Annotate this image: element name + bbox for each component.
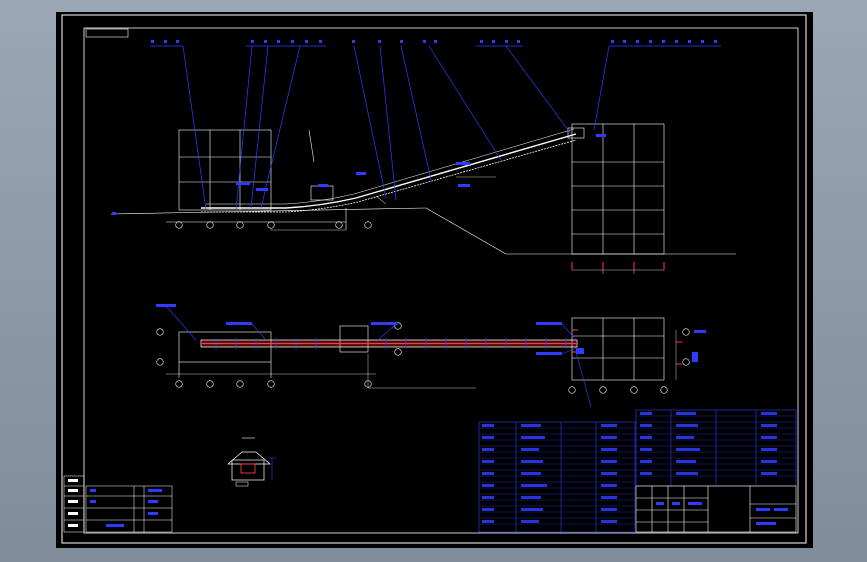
plan-transfer-house bbox=[339, 325, 369, 353]
cad-drawing bbox=[61, 14, 807, 544]
plan-conveyor-belt bbox=[200, 339, 578, 348]
parts-table-rows bbox=[479, 415, 796, 525]
parts-table-grid bbox=[478, 409, 797, 533]
left-building-elevation bbox=[178, 129, 272, 211]
plan-annotations bbox=[156, 304, 706, 362]
right-building-elevation bbox=[571, 123, 665, 255]
elevation-callout-marks bbox=[151, 40, 717, 43]
parts-table bbox=[478, 409, 797, 533]
cad-viewport[interactable] bbox=[56, 12, 813, 548]
plan-left-building bbox=[178, 331, 272, 378]
ground-profile bbox=[110, 207, 736, 255]
main-title-block-marks bbox=[656, 502, 788, 525]
drawing-outer-frame bbox=[61, 14, 807, 544]
elevation-red-ticks bbox=[571, 262, 665, 270]
plan-right-building bbox=[571, 317, 665, 381]
inclined-conveyor-elevation bbox=[201, 127, 585, 213]
parts-table-text-marks bbox=[482, 412, 777, 523]
drawing-number-tag bbox=[85, 28, 129, 38]
plan-view bbox=[156, 304, 706, 408]
elevation-view bbox=[110, 40, 736, 274]
elevation-leader-lines bbox=[150, 45, 721, 211]
main-title-block bbox=[635, 485, 797, 533]
left-signature-block bbox=[63, 475, 173, 533]
plan-dimensions bbox=[166, 330, 677, 389]
section-view bbox=[227, 437, 276, 487]
plan-leader-lines bbox=[165, 305, 592, 408]
elevation-dimension bbox=[270, 229, 664, 274]
elevation-axis-markers bbox=[175, 221, 372, 229]
plan-red-marks bbox=[572, 329, 682, 365]
